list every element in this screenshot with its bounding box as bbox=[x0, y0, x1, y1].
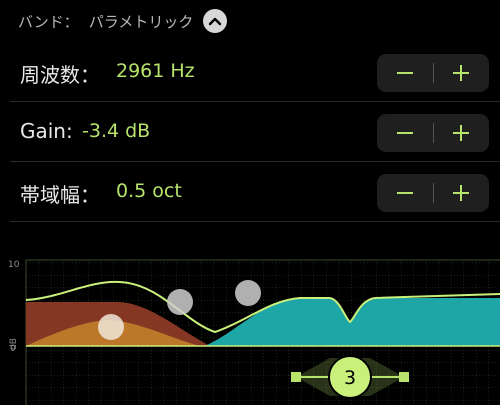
bandwidth-row: 帯域幅： 0.5 oct bbox=[0, 162, 500, 222]
plus-icon bbox=[453, 185, 469, 201]
gain-increment-button[interactable] bbox=[433, 114, 489, 152]
collapse-button[interactable] bbox=[203, 9, 228, 33]
bandwidth-right-handle[interactable] bbox=[399, 372, 409, 382]
bandwidth-increment-button[interactable] bbox=[433, 174, 489, 212]
frequency-row: 周波数： 2961 Hz bbox=[0, 42, 500, 102]
plus-icon bbox=[453, 65, 469, 81]
stepper-divider bbox=[433, 123, 434, 143]
frequency-stepper bbox=[377, 54, 489, 92]
stepper-divider bbox=[433, 63, 434, 83]
gain-value: -3.4 dB bbox=[82, 120, 151, 142]
gain-row: Gain: -3.4 dB bbox=[0, 102, 500, 162]
frequency-increment-button[interactable] bbox=[433, 54, 489, 92]
frequency-value: 2961 Hz bbox=[116, 60, 195, 82]
band-handle[interactable] bbox=[98, 314, 124, 340]
gain-stepper bbox=[377, 114, 489, 152]
band-handle[interactable] bbox=[167, 289, 193, 315]
band-handle[interactable] bbox=[235, 280, 261, 306]
gain-decrement-button[interactable] bbox=[377, 114, 433, 152]
bandwidth-value: 0.5 oct bbox=[116, 180, 182, 202]
bandwidth-left-handle[interactable] bbox=[291, 372, 301, 382]
y-unit-label: dB bbox=[9, 338, 19, 350]
band-type-label: バンド： bbox=[18, 12, 79, 31]
stepper-divider bbox=[433, 183, 434, 203]
y-max-label: 10 bbox=[8, 260, 20, 270]
minus-icon bbox=[397, 72, 413, 74]
minus-icon bbox=[397, 132, 413, 134]
minus-icon bbox=[397, 192, 413, 194]
row-divider bbox=[10, 221, 500, 222]
plus-icon bbox=[453, 125, 469, 141]
gain-label: Gain: bbox=[20, 119, 73, 143]
bandwidth-label: 帯域幅： bbox=[20, 183, 100, 207]
frequency-decrement-button[interactable] bbox=[377, 54, 433, 92]
selected-band-number: 3 bbox=[344, 367, 356, 389]
eq-screen: バンド： パラメトリック 周波数： 2961 Hz Gain: -3.4 dB bbox=[0, 0, 500, 405]
eq-graph[interactable]: 10 0 dB 3 bbox=[0, 250, 500, 405]
bandwidth-decrement-button[interactable] bbox=[377, 174, 433, 212]
chevron-up-icon bbox=[209, 17, 222, 26]
band-type-value: パラメトリック bbox=[88, 12, 194, 31]
band-type-header: バンド： パラメトリック bbox=[18, 6, 228, 36]
bandwidth-stepper bbox=[377, 174, 489, 212]
frequency-label: 周波数： bbox=[20, 63, 100, 87]
